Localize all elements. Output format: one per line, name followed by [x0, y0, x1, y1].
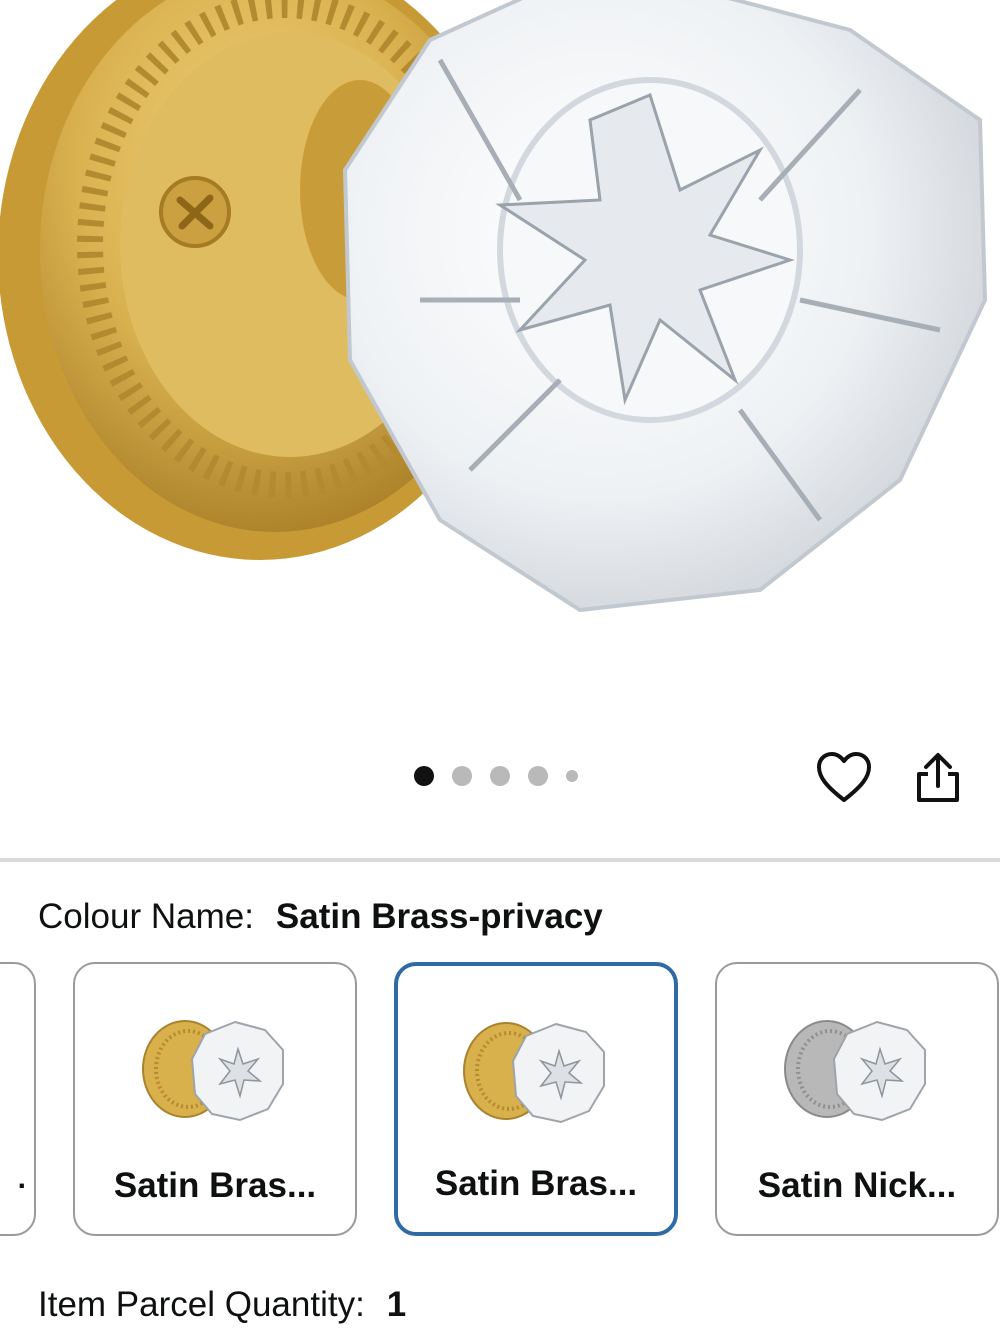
carousel-dot[interactable]: [528, 766, 548, 786]
swatch-label: Satin Bras...: [113, 1166, 317, 1205]
colour-swatch-offscreen[interactable]: .: [0, 962, 36, 1236]
colour-name-label: Colour Name:: [38, 897, 254, 936]
quantity-value: 1: [386, 1285, 407, 1324]
colour-swatch-satin-nickel[interactable]: Satin Nick...: [715, 962, 999, 1236]
carousel-dot-active[interactable]: [414, 766, 434, 786]
colour-name-value: Satin Brass-privacy: [275, 897, 603, 936]
carousel-dot[interactable]: [490, 766, 510, 786]
product-image[interactable]: [0, 0, 1000, 740]
colour-swatch-satin-brass[interactable]: Satin Bras...: [73, 962, 357, 1236]
heart-icon[interactable]: [816, 752, 872, 804]
carousel-dot[interactable]: [566, 770, 578, 782]
swatch-label: Satin Nick...: [757, 1166, 957, 1205]
section-divider: [0, 858, 1000, 862]
brass-knob-thumbnail: [142, 1020, 284, 1122]
image-carousel-dots[interactable]: [414, 766, 578, 786]
nickel-knob-thumbnail: [784, 1020, 926, 1122]
quantity-label: Item Parcel Quantity:: [38, 1285, 365, 1324]
door-knob-illustration: [0, 0, 988, 613]
item-parcel-quantity-row: Item Parcel Quantity: 1: [38, 1285, 406, 1325]
colour-name-row: Colour Name: Satin Brass-privacy: [38, 897, 603, 937]
truncated-label: .: [17, 1162, 26, 1195]
brass-knob-thumbnail: [463, 1022, 605, 1124]
colour-swatch-satin-brass-selected[interactable]: Satin Bras...: [394, 962, 678, 1236]
carousel-dot[interactable]: [452, 766, 472, 786]
share-icon[interactable]: [914, 752, 962, 804]
swatch-label: Satin Bras...: [434, 1164, 638, 1203]
